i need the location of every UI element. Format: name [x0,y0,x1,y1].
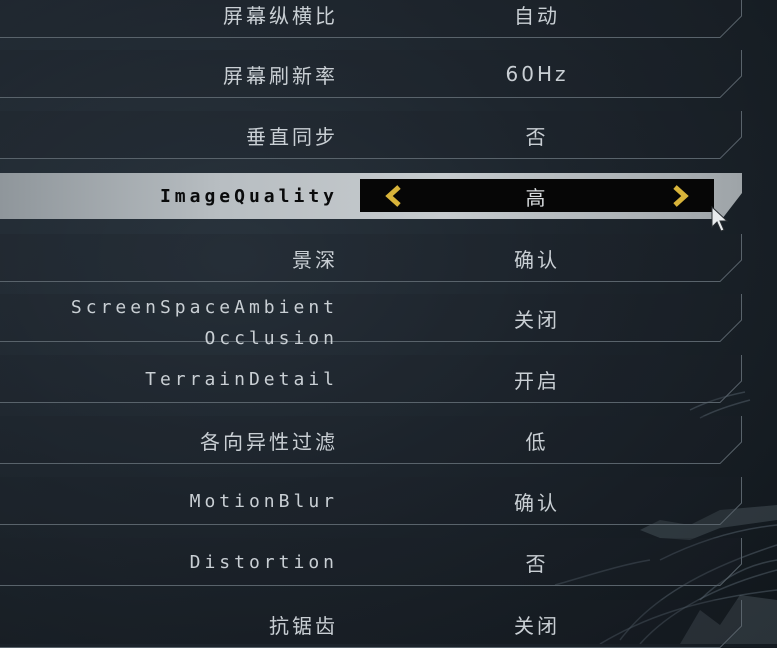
setting-row-anti-aliasing[interactable]: 抗锯齿 关闭 [0,600,742,648]
setting-label: 各向异性过滤 [200,429,338,454]
chevron-right-icon[interactable] [660,179,700,212]
setting-label: MotionBlur [189,490,338,512]
setting-value: 低 [525,429,549,454]
setting-label: 抗锯齿 [269,613,338,638]
setting-value: 开启 [514,368,560,393]
setting-row-anisotropic-filtering[interactable]: 各向异性过滤 低 [0,416,742,464]
setting-value: 60Hz [505,62,569,86]
setting-label: ScreenSpaceAmbient Occlusion [0,292,338,352]
setting-value: 自动 [514,3,560,28]
setting-label: Distortion [189,551,338,573]
setting-label: 屏幕刷新率 [223,63,338,88]
setting-row-depth-of-field[interactable]: 景深 确认 [0,234,742,282]
setting-row-ssao[interactable]: ScreenSpaceAmbient Occlusion 关闭 [0,294,742,349]
setting-value: 确认 [514,247,560,272]
setting-label-line1: ScreenSpaceAmbient [70,297,338,318]
setting-row-terrain-detail[interactable]: TerrainDetail 开启 [0,355,742,403]
setting-label: 垂直同步 [246,124,338,149]
setting-label: ImageQuality [159,185,338,207]
setting-row-image-quality[interactable]: ImageQuality 高 [0,173,742,221]
mouse-pointer-icon [711,206,729,232]
setting-row-aspect-ratio[interactable]: 屏幕纵横比 自动 [0,0,742,38]
setting-value: 关闭 [514,307,560,332]
setting-label: 景深 [292,247,338,272]
setting-row-distortion[interactable]: Distortion 否 [0,538,742,586]
setting-label: 屏幕纵横比 [223,3,338,28]
setting-label: TerrainDetail [145,368,338,390]
setting-label-line2: Occlusion [204,328,338,349]
setting-value: 否 [525,551,549,576]
graphics-settings-menu: 屏幕纵横比 自动 屏幕刷新率 60Hz 垂直同步 否 ImageQuality … [0,0,777,648]
setting-row-refresh-rate[interactable]: 屏幕刷新率 60Hz [0,50,742,98]
setting-value: 确认 [514,490,560,515]
setting-row-motion-blur[interactable]: MotionBlur 确认 [0,477,742,525]
setting-value: 关闭 [514,613,560,638]
setting-value: 否 [525,124,549,149]
setting-row-vsync[interactable]: 垂直同步 否 [0,111,742,159]
